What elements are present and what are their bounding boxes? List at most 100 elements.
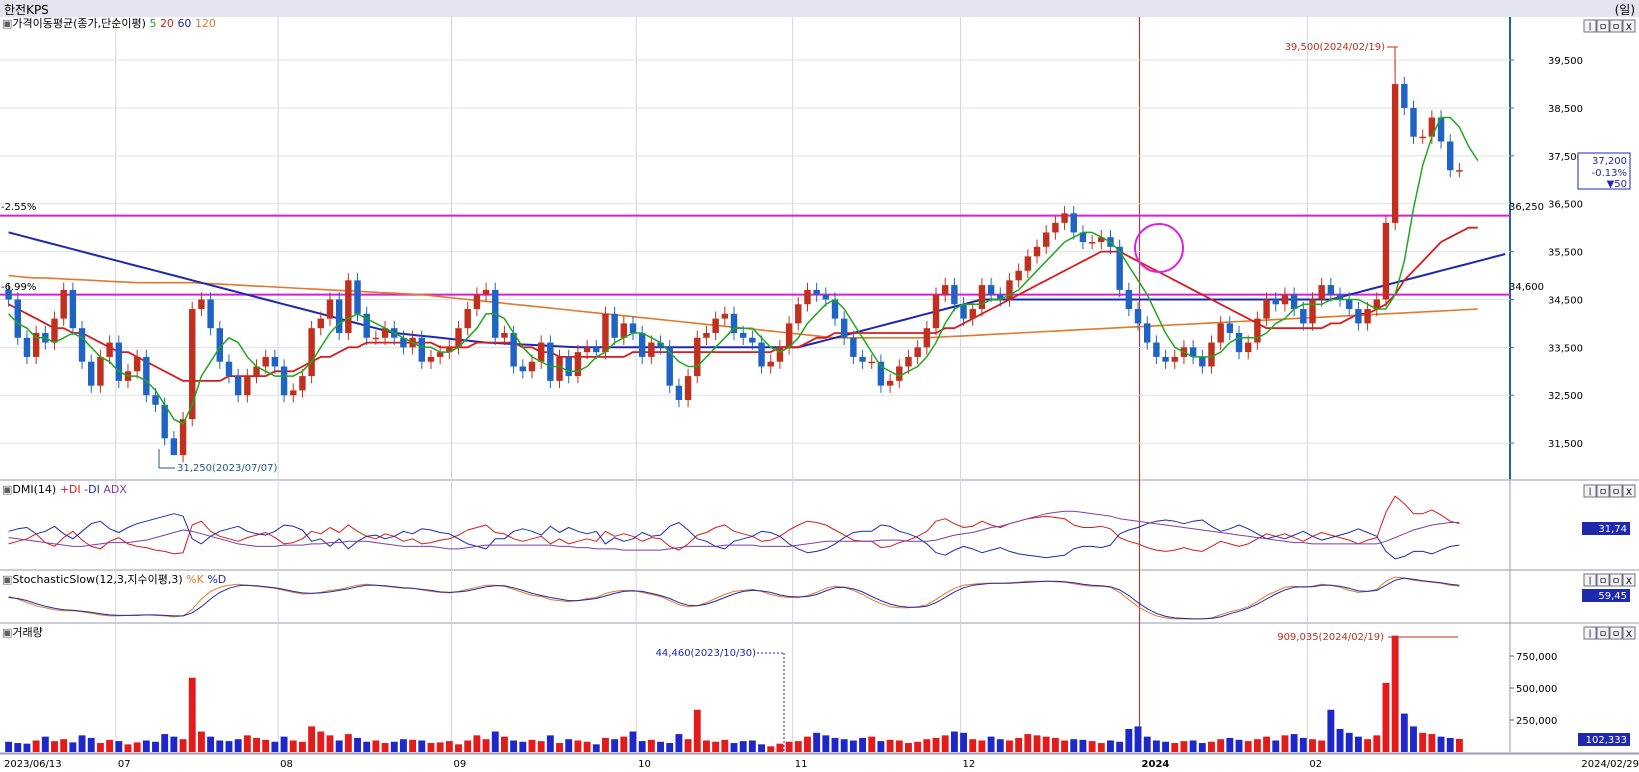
candle-body	[271, 356, 279, 367]
candle-body	[1364, 309, 1371, 324]
candle-body	[1428, 117, 1436, 137]
volume-bar	[1345, 732, 1353, 752]
stochastic-legend[interactable]: ▣StochasticSlow(12,3,지수이평,3) %K %D	[2, 573, 226, 586]
volume-bar	[1281, 735, 1289, 752]
candle-body	[482, 289, 490, 295]
pane-control-glyph: ㅁ	[1599, 23, 1607, 33]
candle-body	[418, 337, 426, 362]
candle-body	[60, 289, 67, 319]
volume-bar	[1051, 737, 1059, 752]
svg-text:31,74: 31,74	[1598, 524, 1627, 535]
candle-body	[537, 342, 545, 362]
volume-bar	[161, 734, 169, 752]
x-axis-label: 02	[1309, 759, 1322, 770]
volume-bar	[592, 744, 600, 752]
pane-control-glyph: ㅁ	[1612, 488, 1620, 498]
price-tick-label: 35,500	[1548, 248, 1583, 259]
volume-bar	[1208, 741, 1215, 752]
volume-bar	[960, 732, 968, 752]
pane-control-glyph: X	[1626, 630, 1632, 640]
volume-bar	[1171, 743, 1179, 752]
volume-bar	[308, 726, 316, 752]
volume-bar	[1042, 736, 1050, 752]
dmi-legend[interactable]: ▣DMI(14) +DI -DI ADX	[2, 483, 127, 496]
price-legend[interactable]: ▣가격이동평균(종가,단순이평) 5 20 60 120	[2, 17, 216, 30]
volume-bar	[1299, 737, 1307, 752]
window-titlebar: 한전KPS (일)	[0, 0, 1639, 18]
volume-bar	[289, 740, 297, 752]
volume-bar	[1336, 728, 1344, 752]
candle-body	[510, 332, 517, 367]
volume-legend[interactable]: ▣거래량	[2, 626, 43, 639]
candle-body	[813, 289, 820, 295]
x-axis-label: 12	[963, 759, 976, 770]
candle-body	[1410, 107, 1417, 137]
candle-body	[896, 366, 903, 381]
candle-body	[1070, 213, 1077, 233]
pane-control-glyph: ㅁ	[1612, 577, 1620, 587]
candle-body	[602, 313, 609, 353]
volume-bar	[1226, 737, 1234, 752]
volume-bar	[51, 741, 58, 752]
volume-bar	[611, 739, 619, 752]
candle-body	[1318, 285, 1325, 300]
volume-bar	[1263, 736, 1271, 752]
candle-body	[152, 395, 159, 405]
volume-bar	[978, 740, 986, 752]
volume-bar	[1006, 740, 1013, 752]
candle-body	[317, 318, 325, 329]
pane-control-glyph: X	[1626, 23, 1632, 33]
candle-body	[1134, 309, 1142, 324]
candle-body	[840, 318, 848, 338]
candle-body	[115, 342, 122, 381]
candle-body	[648, 342, 655, 357]
candle-body	[574, 352, 582, 377]
candle-body	[1263, 299, 1270, 319]
price-tick-label: 34,500	[1548, 295, 1583, 306]
volume-bar	[840, 739, 848, 752]
candle-body	[427, 356, 435, 362]
volume-bar	[859, 737, 866, 752]
volume-bar	[950, 731, 958, 752]
volume-bar	[1152, 740, 1160, 752]
current-price: 37,200	[1592, 156, 1627, 167]
candle-body	[868, 361, 875, 364]
volume-bar	[877, 741, 885, 752]
candle-body	[1245, 342, 1252, 353]
volume-bar	[1272, 740, 1280, 752]
volume-bar	[1327, 709, 1335, 752]
volume-bar	[537, 741, 545, 752]
volume-max-note: 909,035(2024/02/19)	[1277, 632, 1384, 643]
volume-bar	[905, 743, 912, 752]
candle-body	[583, 347, 591, 353]
candle-body	[1116, 246, 1123, 290]
volume-tick-label: 500,000	[1516, 684, 1557, 695]
volume-bar	[500, 736, 508, 752]
candle-body	[767, 361, 774, 367]
candle-body	[32, 332, 40, 357]
volume-bar	[932, 737, 940, 752]
volume-bar	[657, 741, 664, 752]
current-price-badge: 37,200 -0.13% ▼50	[1577, 152, 1631, 190]
volume-bar	[344, 734, 352, 752]
candle-body	[1254, 318, 1261, 343]
volume-current-badge: 102,333	[1578, 733, 1630, 746]
volume-bar	[1217, 739, 1225, 752]
volume-bar	[1107, 740, 1114, 752]
candle-body	[1419, 136, 1426, 139]
volume-bar	[546, 735, 554, 752]
min-price-note: 31,250(2023/07/07)	[177, 463, 278, 474]
upper-line-price: 36,250	[1509, 202, 1544, 213]
volume-bar	[491, 731, 499, 752]
candle-body	[886, 380, 894, 386]
volume-bar	[1088, 741, 1096, 752]
volume-bar	[115, 741, 123, 752]
pane-control-glyph: X	[1626, 488, 1632, 498]
candle-body	[133, 356, 141, 372]
candle-body	[345, 280, 352, 333]
candle-body	[703, 332, 710, 338]
candle-body	[822, 294, 830, 300]
candle-body	[914, 347, 921, 357]
volume-bar	[785, 741, 793, 752]
volume-bar	[1070, 739, 1078, 752]
